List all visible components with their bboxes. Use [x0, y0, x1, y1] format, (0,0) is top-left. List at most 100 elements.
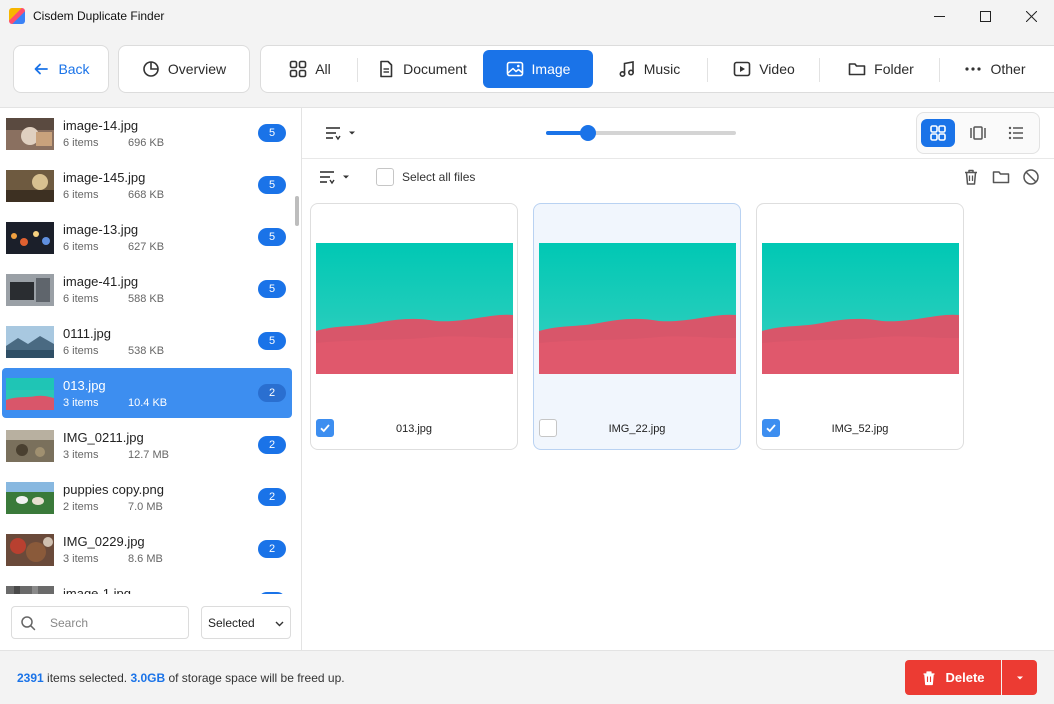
- overview-label: Overview: [167, 61, 227, 77]
- duplicate-count-badge: 5: [258, 124, 286, 142]
- duplicate-count-badge: 2: [258, 436, 286, 454]
- grid-view-button[interactable]: [921, 119, 955, 147]
- list-item-size: 12.7 MB: [128, 449, 169, 461]
- back-button[interactable]: Back: [13, 45, 109, 93]
- maximize-button[interactable]: [962, 0, 1008, 32]
- freed-size-label: of storage space will be freed up.: [168, 671, 345, 685]
- trash-icon: [923, 670, 935, 685]
- file-preview-image: [762, 243, 959, 374]
- maximize-icon: [979, 10, 991, 22]
- tab-video[interactable]: Video: [721, 50, 807, 88]
- window-title: Cisdem Duplicate Finder: [33, 9, 165, 23]
- duplicate-groups-list: image-14.jpg 6 items 696 KB 5 image-145.…: [0, 108, 294, 594]
- close-icon: [1025, 10, 1037, 22]
- search-box[interactable]: [11, 606, 189, 639]
- caret-down-icon: [349, 131, 355, 135]
- filter-select-value: Selected: [208, 615, 255, 630]
- tab-folder-label: Folder: [874, 61, 914, 77]
- filter-select[interactable]: Selected: [201, 606, 291, 639]
- compare-view-button[interactable]: [961, 119, 995, 147]
- list-item-size: 627 KB: [128, 241, 165, 253]
- tab-video-label: Video: [759, 61, 795, 77]
- list-item-count: 6 items: [63, 137, 99, 149]
- view-mode-switcher: [916, 112, 1040, 154]
- pie-chart-icon: [143, 61, 159, 77]
- list-item-name: 013.jpg: [63, 378, 106, 393]
- minimize-button[interactable]: [916, 0, 962, 32]
- close-button[interactable]: [1008, 0, 1054, 32]
- thumbnail-image: [6, 118, 54, 150]
- list-item[interactable]: image-1.jpg: [2, 576, 292, 594]
- list-item-name: puppies copy.png: [63, 482, 164, 497]
- sort-icon: [326, 127, 341, 141]
- arrow-left-icon: [35, 63, 49, 75]
- list-view-button[interactable]: [999, 119, 1033, 147]
- list-item[interactable]: 0111.jpg 6 items 538 KB 5: [2, 316, 292, 366]
- trash-icon[interactable]: [962, 168, 980, 186]
- list-item-name: IMG_0211.jpg: [63, 430, 144, 445]
- list-item-name: IMG_0229.jpg: [63, 534, 145, 549]
- tab-music[interactable]: Music: [607, 50, 691, 88]
- thumbnail-image: [6, 170, 54, 202]
- freed-size: 3.0GB: [130, 671, 166, 685]
- list-item-name: image-145.jpg: [63, 170, 146, 185]
- file-preview-image: [316, 243, 513, 374]
- list-scrollbar[interactable]: [295, 196, 299, 226]
- app-logo-icon: [9, 8, 25, 24]
- sort-menu-button[interactable]: [324, 124, 356, 142]
- duplicate-groups-pane: image-14.jpg 6 items 696 KB 5 image-145.…: [0, 108, 302, 650]
- document-icon: [380, 60, 393, 78]
- list-item-name: image-41.jpg: [63, 274, 139, 289]
- search-input[interactable]: [50, 615, 170, 630]
- duplicate-count-badge: 5: [258, 228, 286, 246]
- list-item[interactable]: image-13.jpg 6 items 627 KB 5: [2, 212, 292, 262]
- tab-document[interactable]: Document: [369, 50, 475, 88]
- video-icon: [733, 61, 751, 77]
- list-item-size: 696 KB: [128, 137, 165, 149]
- list-item[interactable]: IMG_0229.jpg 3 items 8.6 MB 2: [2, 524, 292, 574]
- list-item[interactable]: puppies copy.png 2 items 7.0 MB 2: [2, 472, 292, 522]
- thumbnail-size-slider-handle[interactable]: [579, 125, 596, 141]
- list-item-name: image-1.jpg: [63, 586, 131, 594]
- select-all-checkbox[interactable]: [376, 168, 394, 186]
- minimize-icon: [933, 15, 945, 17]
- block-icon[interactable]: [1022, 168, 1040, 186]
- folder-icon[interactable]: [992, 168, 1010, 186]
- grid-icon: [289, 60, 307, 78]
- list-item[interactable]: IMG_0211.jpg 3 items 12.7 MB 2: [2, 420, 292, 470]
- tab-divider: [939, 58, 940, 82]
- tab-image[interactable]: Image: [483, 50, 593, 88]
- thumbnail-image: [6, 586, 54, 594]
- list-item-count: 6 items: [63, 345, 99, 357]
- list-item-count: 6 items: [63, 241, 99, 253]
- delete-button[interactable]: Delete: [905, 660, 1001, 695]
- list-item-count: 3 items: [63, 553, 99, 565]
- duplicate-count-badge: 2: [258, 540, 286, 558]
- tab-document-label: Document: [403, 61, 467, 77]
- select-all-files[interactable]: Select all files: [376, 168, 475, 186]
- list-item[interactable]: image-41.jpg 6 items 588 KB 5: [2, 264, 292, 314]
- tab-image-label: Image: [531, 61, 571, 77]
- duplicate-count-badge: 5: [258, 332, 286, 350]
- tab-folder[interactable]: Folder: [835, 50, 927, 88]
- file-sort-button[interactable]: [318, 168, 350, 186]
- search-icon: [21, 615, 36, 630]
- file-card[interactable]: IMG_52.jpg: [756, 203, 964, 450]
- list-item-selected[interactable]: 013.jpg 3 items 10.4 KB 2: [2, 368, 292, 418]
- delete-options-button[interactable]: [1002, 660, 1037, 695]
- thumbnail-image: [6, 534, 54, 566]
- list-item-count: 2 items: [63, 501, 99, 513]
- list-item[interactable]: image-14.jpg 6 items 696 KB 5: [2, 108, 292, 158]
- list-item[interactable]: image-145.jpg 6 items 668 KB 5: [2, 160, 292, 210]
- tab-all[interactable]: All: [279, 50, 341, 88]
- selected-count-label: items selected.: [47, 671, 128, 685]
- caret-down-icon: [343, 175, 349, 179]
- duplicate-count-badge: 2: [258, 384, 286, 402]
- file-card[interactable]: 013.jpg: [310, 203, 518, 450]
- list-item-size: 7.0 MB: [128, 501, 163, 513]
- overview-button[interactable]: Overview: [118, 45, 250, 93]
- list-item-name: 0111.jpg: [63, 326, 111, 341]
- tab-other[interactable]: Other: [955, 50, 1035, 88]
- file-card[interactable]: IMG_22.jpg: [533, 203, 741, 450]
- more-icon: [965, 67, 982, 71]
